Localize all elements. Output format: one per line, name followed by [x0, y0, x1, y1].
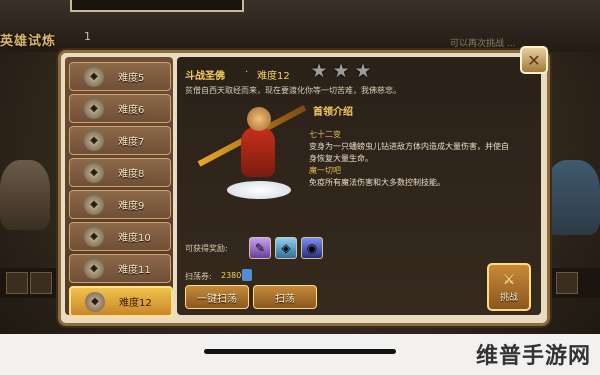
sweep-ticket-label: 扫荡券:	[185, 272, 212, 281]
background-item-slot	[6, 272, 28, 294]
home-indicator[interactable]	[204, 349, 396, 354]
level-emblem-icon: ◆	[84, 226, 104, 247]
difficulty-item-5[interactable]: ◆ 难度5	[69, 62, 171, 91]
crossed-swords-icon: ⚔	[502, 271, 516, 288]
background-left-hero	[0, 160, 50, 230]
reward-scroll-icon[interactable]: ✎	[249, 237, 271, 259]
difficulty-label: 难度10	[118, 233, 151, 244]
stage-difficulty: 难度12	[257, 71, 290, 82]
game-scene: 英雄试炼 1 可以再次挑战 ... ◆ 难度5 ◆ 难度6 ◆ 难度7 ◆ 难度…	[0, 0, 600, 375]
boss-intro-title: 首领介绍	[313, 107, 353, 118]
star-icon: ★	[332, 60, 350, 82]
boss-portrait	[197, 99, 309, 209]
title-separator: ·	[245, 67, 249, 78]
level-emblem-icon: ◆	[84, 162, 104, 183]
mode-number: 1	[84, 30, 91, 43]
reward-orb-icon[interactable]: ◉	[301, 237, 323, 259]
trial-panel: ◆ 难度5 ◆ 难度6 ◆ 难度7 ◆ 难度8 ◆ 难度9 ◆ 难度10 ◆ 难…	[58, 50, 550, 326]
stage-description: 贫僧自西天取经而来，现在要渡化你等一切苦难，我佛慈悲。	[185, 86, 401, 95]
top-bar: 英雄试炼 1 可以再次挑战 ...	[0, 0, 600, 52]
star-icon: ★	[310, 60, 328, 82]
difficulty-item-6[interactable]: ◆ 难度6	[69, 94, 171, 123]
skill2-name: 魔一切吧	[309, 166, 341, 175]
skill1-name: 七十二变	[309, 130, 341, 139]
boss-body	[241, 127, 275, 177]
difficulty-label: 难度5	[118, 73, 145, 84]
difficulty-label: 难度12	[119, 298, 152, 309]
level-emblem-icon: ◆	[84, 66, 104, 87]
watermark: 维普手游网	[476, 344, 592, 369]
level-emblem-icon: ◆	[85, 291, 105, 312]
level-emblem-icon: ◆	[84, 258, 104, 279]
difficulty-label: 难度8	[118, 169, 145, 180]
skill1-desc-line2: 身恢复大量生命。	[309, 154, 373, 163]
difficulty-item-11[interactable]: ◆ 难度11	[69, 254, 171, 283]
difficulty-label: 难度9	[118, 201, 145, 212]
skill1-desc-line1: 变身为一只蟠螃虫儿钻进敌方体内造成大量伤害，并使自	[309, 142, 509, 151]
level-emblem-icon: ◆	[84, 130, 104, 151]
level-emblem-icon: ◆	[84, 98, 104, 119]
top-bar-frame	[70, 0, 244, 12]
sweep-ticket-count: 2380	[221, 271, 242, 280]
boss-cloud	[227, 181, 291, 199]
star-rating: ★ ★ ★	[309, 61, 373, 81]
difficulty-item-12[interactable]: ◆ 难度12	[69, 286, 173, 317]
level-emblem-icon: ◆	[84, 194, 104, 215]
difficulty-item-7[interactable]: ◆ 难度7	[69, 126, 171, 155]
skill2-desc: 免疫所有魔法伤害和大多数控制技能。	[309, 178, 445, 187]
challenge-button[interactable]: ⚔ 挑战	[487, 263, 531, 311]
background-right-hero	[545, 160, 600, 235]
difficulty-label: 难度11	[118, 265, 151, 276]
difficulty-list: ◆ 难度5 ◆ 难度6 ◆ 难度7 ◆ 难度8 ◆ 难度9 ◆ 难度10 ◆ 难…	[65, 57, 173, 317]
difficulty-label: 难度6	[118, 105, 145, 116]
background-item-slot	[556, 272, 578, 294]
stage-detail: 斗战圣佛 · 难度12 ★ ★ ★ 贫僧自西天取经而来，现在要渡化你等一切苦难，…	[177, 57, 541, 315]
sweep-button[interactable]: 扫荡	[253, 285, 317, 309]
difficulty-label: 难度7	[118, 137, 145, 148]
difficulty-item-9[interactable]: ◆ 难度9	[69, 190, 171, 219]
mode-title: 英雄试炼	[0, 34, 57, 49]
difficulty-item-10[interactable]: ◆ 难度10	[69, 222, 171, 251]
close-button[interactable]: ✕	[520, 46, 548, 74]
background-item-slot	[30, 272, 52, 294]
sweep-ticket-icon	[242, 269, 252, 281]
difficulty-item-8[interactable]: ◆ 难度8	[69, 158, 171, 187]
star-icon: ★	[354, 60, 372, 82]
reward-label: 可获得奖励:	[185, 244, 228, 253]
stage-title: 斗战圣佛	[185, 71, 225, 82]
boss-head	[247, 107, 271, 131]
reward-gem-icon[interactable]: ◈	[275, 237, 297, 259]
challenge-label: 挑战	[499, 292, 518, 303]
one-click-sweep-button[interactable]: 一键扫荡	[185, 285, 249, 309]
top-right-hint: 可以再次挑战 ...	[450, 39, 516, 49]
